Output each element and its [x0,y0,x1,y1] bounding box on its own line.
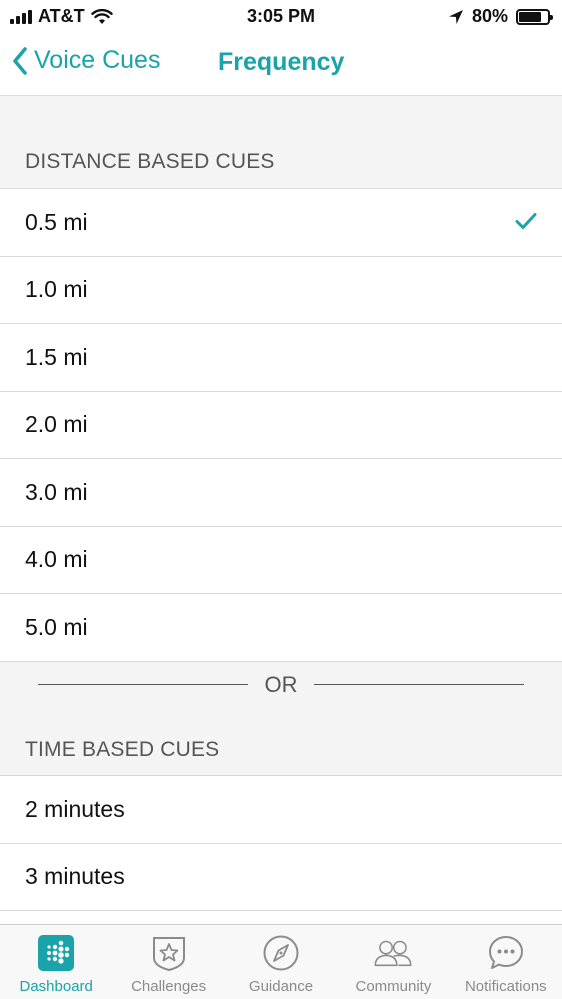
compass-icon [261,933,301,973]
chat-bubble-icon [486,933,526,973]
distance-option[interactable]: 4.0 mi [0,527,562,594]
distance-option-label: 0.5 mi [25,208,88,235]
battery-fill [519,11,542,22]
tab-label: Guidance [248,978,314,995]
divider-line-right [314,684,524,685]
battery-percent: 80% [471,6,508,26]
distance-options-list: 0.5 mi 1.0 mi 1.5 mi 2.0 mi 3.0 mi 4.0 m… [0,188,562,662]
or-label: OR [264,672,298,697]
fitbit-dots-icon [36,933,76,973]
tab-label: Challenges [131,978,207,995]
checkmark-icon [515,213,537,229]
status-right: 80% [448,6,553,27]
distance-option-label: 3.0 mi [25,478,88,505]
distance-option[interactable]: 1.0 mi [0,257,562,324]
status-bar: AT&T 3:05 PM 80% [0,0,562,34]
tab-notifications[interactable]: Notifications [450,925,562,999]
time-option-label: 2 minutes [25,795,125,822]
people-icon [373,933,413,973]
distance-option-label: 5.0 mi [25,613,88,640]
tab-challenges[interactable]: Challenges [112,925,224,999]
distance-option-label: 4.0 mi [25,546,88,573]
distance-option[interactable]: 2.0 mi [0,392,562,459]
page-title: Frequency [218,48,345,76]
chevron-left-icon [13,46,27,75]
navigation-bar: Voice Cues Frequency [0,34,562,96]
distance-option[interactable]: 1.5 mi [0,324,562,392]
tab-label: Community [355,978,432,995]
back-button[interactable]: Voice Cues [12,46,160,75]
distance-option-label: 1.5 mi [25,343,88,370]
tab-community[interactable]: Community [337,925,449,999]
distance-section-header: DISTANCE BASED CUES [25,150,275,173]
star-badge-icon [149,933,189,973]
time-option-label: 3 minutes [25,863,125,890]
tab-bar: Dashboard Challenges Guidance Community … [0,924,562,999]
tab-label: Notifications [464,978,547,995]
time-option[interactable]: 2 minutes [0,776,562,844]
distance-option[interactable]: 0.5 mi [0,189,562,257]
distance-option[interactable]: 5.0 mi [0,594,562,662]
time-section-header: TIME BASED CUES [25,738,220,761]
back-button-label: Voice Cues [34,46,161,74]
battery-icon [516,8,553,25]
tab-guidance[interactable]: Guidance [225,925,337,999]
tab-label: Dashboard [19,978,93,995]
distance-option[interactable]: 3.0 mi [0,459,562,527]
distance-option-label: 1.0 mi [25,276,88,303]
tab-dashboard[interactable]: Dashboard [0,925,112,999]
time-option[interactable]: 3 minutes [0,844,562,911]
or-divider: OR [0,660,562,710]
location-arrow-icon [448,9,463,24]
distance-option-label: 2.0 mi [25,411,88,438]
